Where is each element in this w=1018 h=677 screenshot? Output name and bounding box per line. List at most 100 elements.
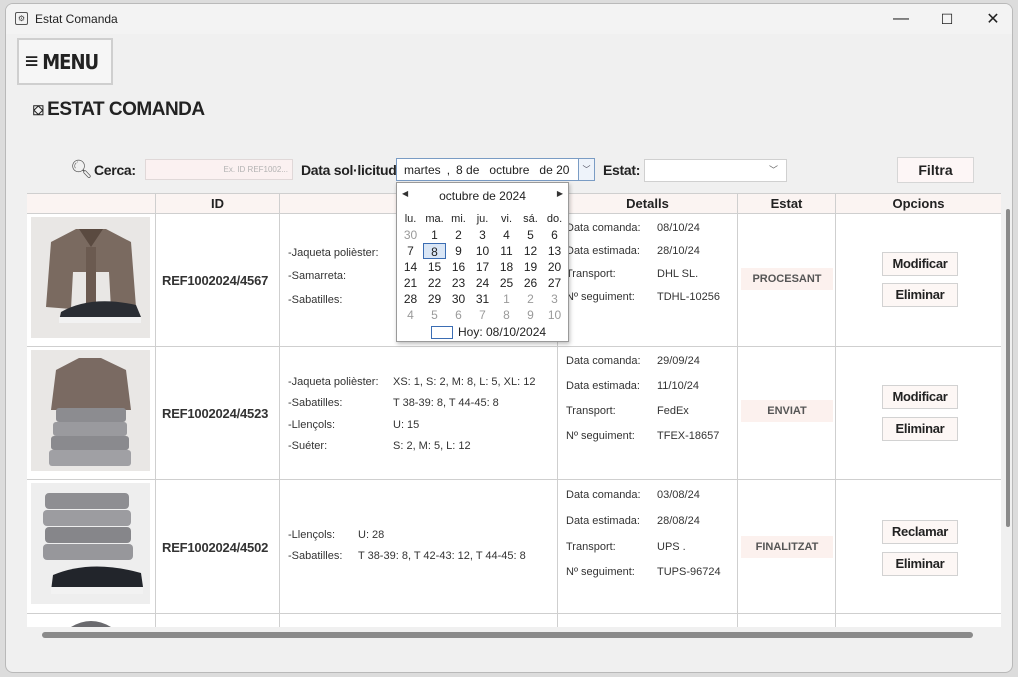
calendar-day[interactable]: 10	[543, 307, 566, 323]
calendar-day[interactable]: 26	[519, 275, 542, 291]
calendar-day[interactable]: 7	[399, 243, 422, 259]
date-picker-input[interactable]: martes , 8 de octubre de 20 ﹀	[396, 158, 595, 181]
filter-bar: 🔍︎ Cerca: Ex. ID REF1002... Data sol·lic…	[6, 157, 1012, 183]
order-id: REF1002024/4502	[162, 540, 269, 555]
calendar-day[interactable]: 8	[423, 243, 446, 259]
chevron-down-icon: ﹀	[582, 165, 591, 174]
options-cell: Modificar Eliminar	[836, 347, 1001, 479]
minimize-button[interactable]: —	[878, 4, 924, 34]
detail-line: Transport: DHL SL.	[566, 268, 698, 280]
calendar-day[interactable]: 29	[423, 291, 446, 307]
header-image	[27, 194, 156, 213]
product-line: -Sabatilles: T 38-39: 8, T 44-45: 8	[288, 397, 499, 409]
details-cell: Data comanda: 03/08/24 Data estimada: 28/0…	[558, 480, 738, 613]
search-label: Cerca:	[94, 162, 136, 178]
detail-line: Data estimada: 11/10/24	[566, 380, 699, 392]
chevron-down-icon: ﹀	[768, 165, 778, 175]
calendar-day[interactable]: 6	[447, 307, 470, 323]
calendar-day[interactable]: 10	[471, 243, 494, 259]
calendar-day[interactable]: 15	[423, 259, 446, 275]
estat-cell: ENVIAT	[738, 347, 836, 479]
vertical-scrollbar[interactable]	[1006, 209, 1010, 527]
calendar-day[interactable]: 16	[447, 259, 470, 275]
calendar-day[interactable]: 4	[399, 307, 422, 323]
product-image	[31, 217, 150, 338]
product-name: -Sabatilles:	[288, 550, 343, 562]
modificar-button[interactable]: Modificar	[882, 252, 958, 276]
estat-select[interactable]: ﹀	[644, 159, 787, 182]
calendar-day[interactable]: 25	[495, 275, 518, 291]
weekday-label: ju.	[476, 213, 489, 225]
menu-button[interactable]: ≡ MENU	[17, 38, 113, 85]
calendar-day[interactable]: 7	[471, 307, 494, 323]
horizontal-scrollbar[interactable]	[42, 632, 973, 638]
calendar-day[interactable]: 17	[471, 259, 494, 275]
modificar-button[interactable]: Modificar	[882, 385, 958, 409]
date-label: Data sol·licitud:	[301, 162, 401, 178]
calendar-day[interactable]: 20	[543, 259, 566, 275]
today-link[interactable]: Hoy: 08/10/2024	[431, 325, 546, 339]
product-image	[31, 350, 150, 471]
product-line: -Sabatilles:	[288, 294, 393, 306]
eliminar-button[interactable]: Eliminar	[882, 283, 958, 307]
eliminar-button[interactable]: Eliminar	[882, 417, 958, 441]
detail-line: Transport: FedEx	[566, 405, 689, 417]
calendar-day[interactable]: 1	[423, 227, 446, 243]
calendar-day[interactable]: 19	[519, 259, 542, 275]
calendar-day[interactable]: 31	[471, 291, 494, 307]
detail-key: Data estimada:	[566, 380, 640, 392]
estat-cell: PROCESANT	[738, 214, 836, 346]
calendar-day[interactable]: 13	[543, 243, 566, 259]
calendar-day[interactable]: 3	[543, 291, 566, 307]
calendar-day[interactable]: 28	[399, 291, 422, 307]
search-input[interactable]: Ex. ID REF1002...	[145, 159, 293, 180]
calendar-day[interactable]: 9	[519, 307, 542, 323]
calendar-day[interactable]: 1	[495, 291, 518, 307]
calendar-day[interactable]: 30	[399, 227, 422, 243]
header-opcions: Opcions	[892, 196, 945, 211]
calendar-day[interactable]: 4	[495, 227, 518, 243]
filtra-button[interactable]: Filtra	[897, 157, 974, 183]
calendar-day[interactable]: 27	[543, 275, 566, 291]
detail-key: Data comanda:	[566, 355, 641, 367]
calendar-day[interactable]: 23	[447, 275, 470, 291]
calendar-day[interactable]: 8	[495, 307, 518, 323]
detail-value: TDHL-10256	[657, 291, 720, 303]
weekday-label: vi.	[501, 213, 512, 225]
detail-value: DHL SL.	[657, 268, 699, 280]
date-year: de 20	[539, 162, 570, 177]
reclamar-button[interactable]: Reclamar	[882, 520, 958, 544]
detail-key: Data comanda:	[566, 222, 641, 234]
calendar-day[interactable]: 18	[495, 259, 518, 275]
maximize-button[interactable]: ☐	[924, 4, 970, 34]
calendar-day[interactable]: 12	[519, 243, 542, 259]
table-row: REF1002024/4502 -Llençols: U: 28 -Sabatil…	[27, 480, 1001, 614]
eliminar-button[interactable]: Eliminar	[882, 552, 958, 576]
product-sizes: U: 28	[358, 529, 385, 541]
calendar-day[interactable]: 9	[447, 243, 470, 259]
calendar-day[interactable]: 30	[447, 291, 470, 307]
detail-value: 28/08/24	[657, 515, 700, 527]
calendar-day[interactable]: 14	[399, 259, 422, 275]
calendar-day[interactable]: 6	[543, 227, 566, 243]
close-button[interactable]: ✕	[970, 4, 1012, 34]
calendar-dropdown-button[interactable]: ﹀	[578, 159, 594, 180]
id-cell	[156, 614, 280, 627]
calendar-day[interactable]: 5	[519, 227, 542, 243]
detail-value: 29/09/24	[657, 355, 700, 367]
product-line: -Llençols: U: 15	[288, 419, 419, 431]
date-comma: ,	[446, 162, 451, 177]
calendar-day[interactable]: 2	[519, 291, 542, 307]
options-cell: Reclamar Eliminar	[836, 480, 1001, 613]
calendar-day[interactable]: 2	[447, 227, 470, 243]
calendar-day[interactable]: 22	[423, 275, 446, 291]
next-month-icon[interactable]: ▶	[557, 189, 563, 198]
calendar-day[interactable]: 21	[399, 275, 422, 291]
calendar-day[interactable]: 24	[471, 275, 494, 291]
status-badge: PROCESANT	[741, 268, 833, 290]
calendar-day[interactable]: 5	[423, 307, 446, 323]
calendar-day[interactable]: 3	[471, 227, 494, 243]
product-sizes: XS: 1, S: 2, M: 8, L: 5, XL: 12	[393, 376, 536, 388]
calendar-day[interactable]: 11	[495, 243, 518, 259]
calendar-month-label[interactable]: octubre de 2024	[397, 189, 568, 203]
